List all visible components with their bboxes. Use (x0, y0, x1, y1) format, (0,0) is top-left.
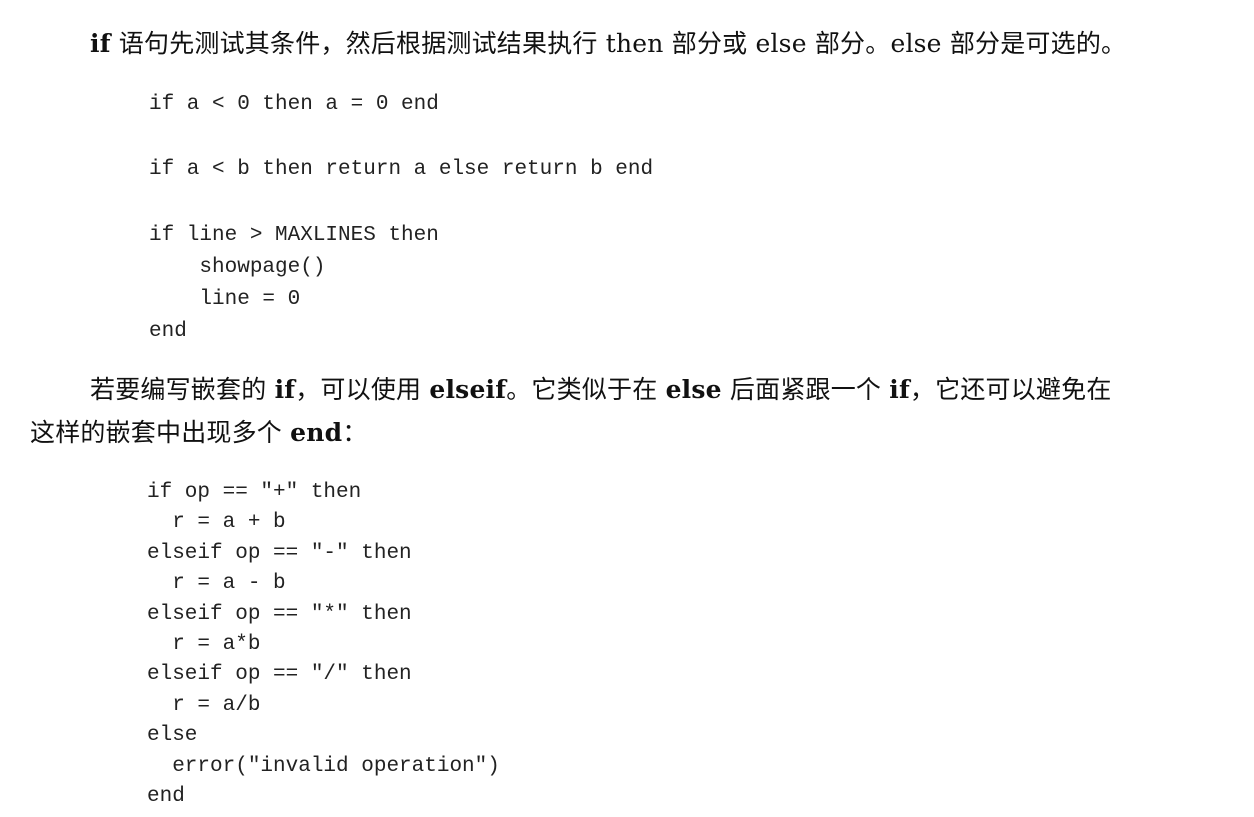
code-line: end (147, 785, 185, 809)
paragraph-elseif-intro-line1: 若要编写嵌套的 if，可以使用 elseif。它类似于在 else 后面紧跟一个… (90, 373, 1112, 407)
paragraph-text: 这样的嵌套中出现多个 (30, 418, 291, 447)
paragraph-text: 后面紧跟一个 (721, 375, 890, 404)
paragraph-if-intro: if 语句先测试其条件，然后根据测试结果执行 then 部分或 else 部分。… (90, 27, 1126, 61)
code-example-if-simple: if a < 0 then a = 0 end (149, 91, 439, 119)
code-example-if-multiline: if line > MAXLINES then showpage() line … (149, 220, 439, 348)
code-line: if op == "+" then (147, 481, 362, 504)
code-line: else (147, 724, 198, 748)
paragraph-text: 。它类似于在 (506, 375, 666, 404)
keyword-if: if (90, 29, 111, 58)
paragraph-text: ，它还可以避免在 (909, 375, 1112, 404)
code-line: line = 0 (149, 288, 301, 311)
code-line: elseif op == "/" then (147, 663, 412, 687)
paragraph-text: 语句先测试其条件，然后根据测试结果执行 then 部分或 else 部分。els… (110, 29, 1127, 58)
paragraph-text: 若要编写嵌套的 (90, 375, 275, 404)
code-line: if a < b then return a else return b end (149, 158, 654, 181)
code-line: r = a/b (147, 693, 261, 717)
code-line: r = a*b (147, 633, 261, 657)
keyword-else: else (665, 375, 722, 404)
keyword-end: end (290, 418, 343, 447)
code-line: if a < 0 then a = 0 end (149, 93, 439, 116)
keyword-if: if (274, 375, 296, 404)
code-line: if line > MAXLINES then (149, 224, 439, 247)
code-line: showpage() (149, 256, 326, 279)
code-line: elseif op == "*" then (147, 602, 412, 626)
paragraph-elseif-intro-line2: 这样的嵌套中出现多个 end： (30, 416, 368, 450)
paragraph-text: ，可以使用 (295, 375, 430, 404)
code-example-elseif-chain: if op == "+" then r = a + b elseif op == … (147, 478, 500, 812)
code-example-if-else: if a < b then return a else return b end (149, 156, 653, 184)
keyword-elseif: elseif (429, 375, 507, 404)
paragraph-text: ： (342, 418, 368, 447)
keyword-if: if (889, 375, 910, 404)
code-line: r = a - b (147, 572, 286, 596)
code-line: elseif op == "-" then (147, 541, 412, 565)
code-line: r = a + b (147, 511, 286, 535)
code-line: end (149, 320, 187, 343)
document-page: if 语句先测试其条件，然后根据测试结果执行 then 部分或 else 部分。… (0, 0, 1254, 817)
code-line: error("invalid operation") (147, 754, 500, 778)
